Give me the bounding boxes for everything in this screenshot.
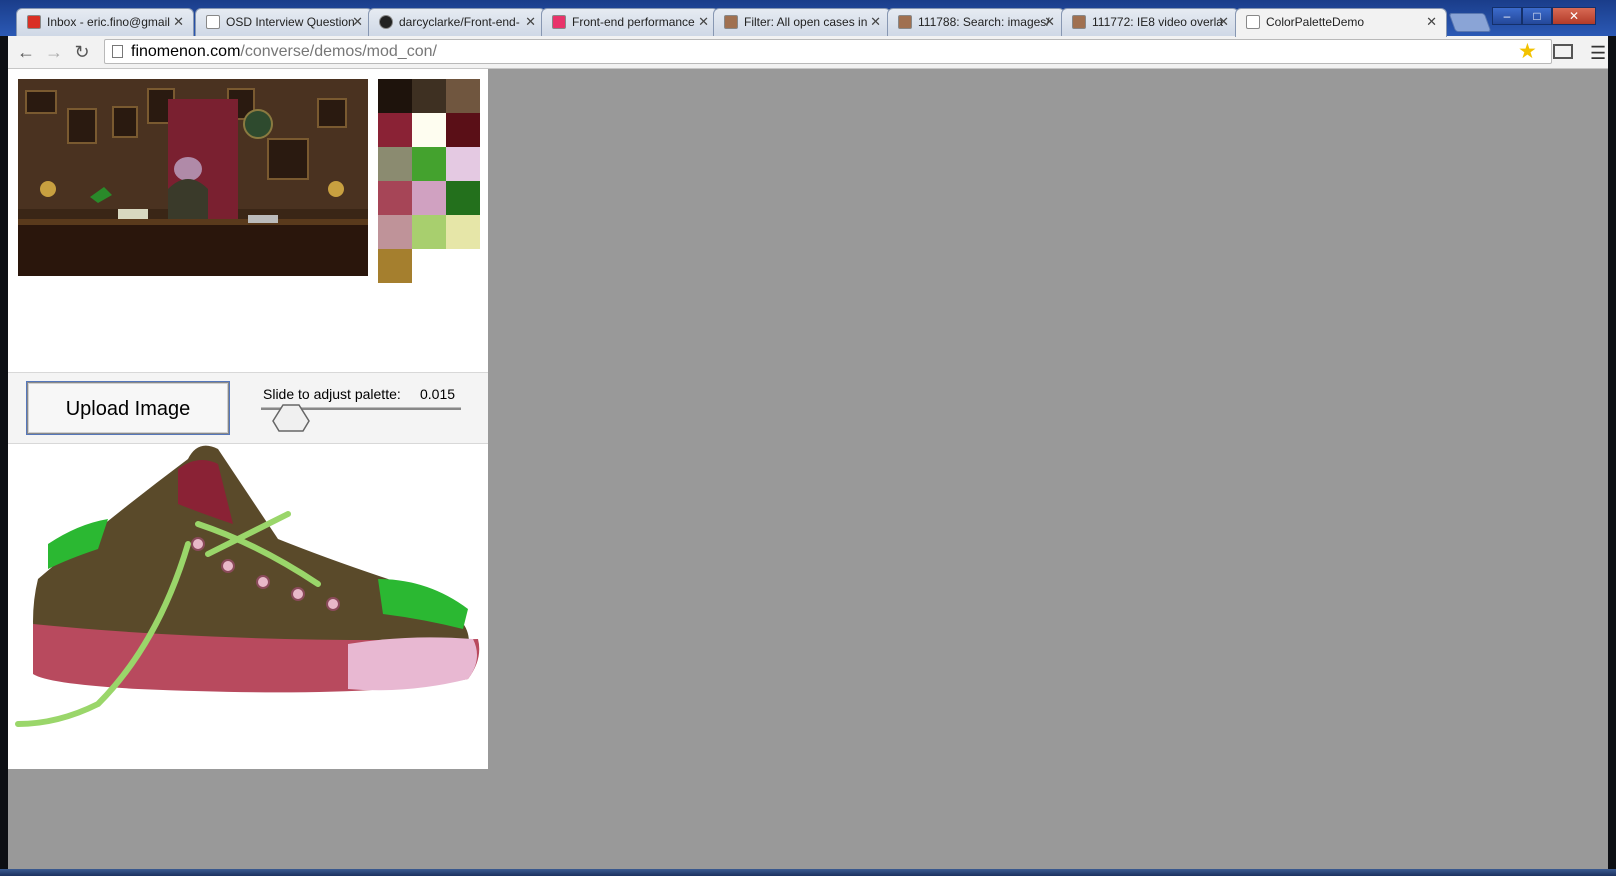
cast-extension-icon[interactable] — [1553, 44, 1573, 59]
tab-title: darcyclarke/Front-end- — [399, 15, 520, 29]
page-icon — [1246, 15, 1260, 29]
tab-8[interactable]: ColorPaletteDemo ✕ — [1235, 8, 1447, 37]
tab-6[interactable]: 111788: Search: images/✕ — [887, 8, 1065, 36]
tab-2[interactable]: OSD Interview Question ✕ — [195, 8, 373, 36]
windows-taskbar — [0, 869, 1616, 876]
controls-bar: Upload Image Slide to adjust palette: 0.… — [8, 372, 488, 444]
close-tab-icon[interactable]: ✕ — [352, 9, 363, 35]
address-bar[interactable]: finomenon.com/converse/demos/mod_con/ — [104, 39, 1552, 64]
forward-icon[interactable]: → — [44, 42, 64, 62]
tab-strip: Inbox - eric.fino@gmail ✕ OSD Interview Qu… — [0, 0, 1616, 37]
close-tab-icon[interactable]: ✕ — [698, 9, 709, 35]
tab-title: 111772: IE8 video overla — [1092, 15, 1223, 29]
tab-title: OSD Interview Question — [226, 15, 355, 29]
gmail-icon — [27, 15, 41, 29]
bookmark-star-icon[interactable]: ★ — [1518, 39, 1537, 64]
close-tab-icon[interactable]: ✕ — [525, 9, 536, 35]
page-icon — [112, 45, 123, 58]
tab-title: Filter: All open cases in — [744, 15, 868, 29]
maximize-button[interactable]: □ — [1522, 7, 1552, 25]
result-image — [8, 444, 488, 769]
palette-swatch[interactable] — [378, 181, 412, 215]
palette-swatch[interactable] — [446, 79, 480, 113]
menu-icon[interactable]: ☰ — [1590, 43, 1606, 64]
reload-icon[interactable]: ↻ — [72, 42, 92, 62]
palette-swatch[interactable] — [378, 215, 412, 249]
palette-swatch[interactable] — [446, 181, 480, 215]
close-window-button[interactable]: ✕ — [1552, 7, 1596, 25]
demo-panel: Upload Image Slide to adjust palette: 0.… — [8, 69, 488, 769]
back-icon[interactable]: ← — [16, 42, 36, 62]
fogbugz-icon — [724, 15, 738, 29]
palette-slider-handle[interactable] — [271, 403, 311, 433]
fogbugz-icon — [898, 15, 912, 29]
tab-3[interactable]: darcyclarke/Front-end- ✕ — [368, 8, 546, 36]
close-tab-icon[interactable]: ✕ — [1044, 9, 1055, 35]
palette-swatch[interactable] — [378, 113, 412, 147]
palette-swatch[interactable] — [446, 147, 480, 181]
upload-image-button[interactable]: Upload Image — [27, 382, 229, 434]
slider-label: Slide to adjust palette: — [263, 386, 401, 402]
palette-swatch[interactable] — [446, 113, 480, 147]
close-tab-icon[interactable]: ✕ — [870, 9, 881, 35]
github-icon — [379, 15, 393, 29]
tab-1[interactable]: Inbox - eric.fino@gmail ✕ — [16, 8, 194, 36]
palette-swatch[interactable] — [378, 249, 412, 283]
browser-toolbar: ← → ↻ finomenon.com/converse/demos/mod_c… — [8, 36, 1608, 69]
tab-title: ColorPaletteDemo — [1266, 15, 1365, 29]
close-tab-icon[interactable]: ✕ — [173, 9, 184, 35]
source-image — [18, 79, 368, 276]
page-icon — [206, 15, 220, 29]
new-tab-button[interactable] — [1448, 13, 1492, 32]
palette-swatch[interactable] — [412, 147, 446, 181]
palette-swatch[interactable] — [412, 181, 446, 215]
tab-title: 111788: Search: images/ — [918, 15, 1050, 29]
fogbugz-icon — [1072, 15, 1086, 29]
palette-swatch[interactable] — [446, 215, 480, 249]
css-icon — [552, 15, 566, 29]
close-tab-icon[interactable]: ✕ — [1218, 9, 1229, 35]
tab-7[interactable]: 111772: IE8 video overla ✕ — [1061, 8, 1239, 36]
tab-title: Front-end performance — [572, 15, 695, 29]
palette-swatch[interactable] — [378, 79, 412, 113]
tab-title: Inbox - eric.fino@gmail — [47, 15, 170, 29]
url-text: finomenon.com/converse/demos/mod_con/ — [131, 43, 437, 60]
palette-swatch[interactable] — [378, 147, 412, 181]
palette-swatch[interactable] — [412, 215, 446, 249]
minimize-button[interactable]: – — [1492, 7, 1522, 25]
palette-swatch[interactable] — [412, 113, 446, 147]
page-viewport: Upload Image Slide to adjust palette: 0.… — [8, 69, 1608, 869]
palette-swatch[interactable] — [412, 79, 446, 113]
browser-window: Inbox - eric.fino@gmail ✕ OSD Interview Qu… — [0, 0, 1616, 876]
slider-value: 0.015 — [420, 386, 456, 402]
tab-4[interactable]: Front-end performance ✕ — [541, 8, 719, 36]
close-tab-icon[interactable]: ✕ — [1426, 9, 1437, 35]
tab-5[interactable]: Filter: All open cases in ✕ — [713, 8, 891, 36]
